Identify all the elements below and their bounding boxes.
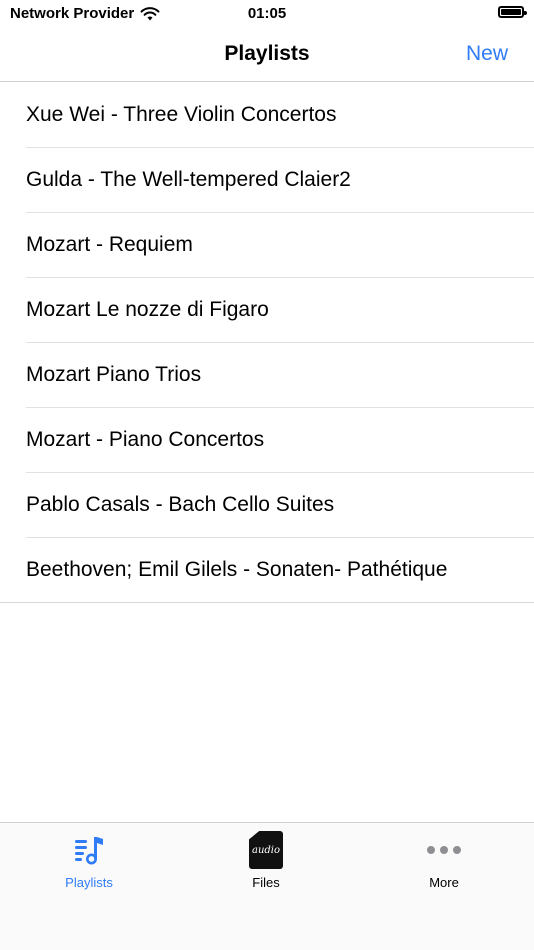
playlist-item[interactable]: Beethoven; Emil Gilels - Sonaten- Pathét…: [0, 538, 534, 603]
more-dots-icon: [427, 846, 461, 854]
playlist-item[interactable]: Mozart Piano Trios: [26, 343, 534, 408]
tab-files-label: Files: [252, 875, 280, 890]
new-playlist-button[interactable]: New: [466, 42, 508, 66]
tab-files[interactable]: audio Files: [206, 831, 326, 890]
playlist-item[interactable]: Xue Wei - Three Violin Concertos: [26, 83, 534, 148]
status-time: 01:05: [247, 5, 287, 22]
playlist-list: Xue Wei - Three Violin Concertos Gulda -…: [0, 83, 534, 603]
tab-playlists[interactable]: Playlists: [29, 831, 149, 890]
page-title: Playlists: [224, 42, 310, 65]
playlist-item[interactable]: Mozart - Requiem: [26, 213, 534, 278]
navigation-bar: Playlists New: [0, 30, 534, 82]
audio-file-icon-label: audio: [251, 844, 281, 856]
status-bar: Network Provider 01:05: [0, 0, 534, 30]
playlist-item[interactable]: Mozart - Piano Concertos: [26, 408, 534, 473]
tab-playlists-label: Playlists: [65, 875, 113, 890]
music-list-icon: [75, 837, 103, 865]
playlist-item[interactable]: Mozart Le nozze di Figaro: [26, 278, 534, 343]
playlist-item[interactable]: Gulda - The Well-tempered Claier2: [26, 148, 534, 213]
tab-more-label: More: [429, 875, 459, 890]
playlist-item[interactable]: Pablo Casals - Bach Cello Suites: [26, 473, 534, 538]
tab-more[interactable]: More: [384, 831, 504, 890]
battery-icon: [498, 6, 527, 18]
audio-file-icon: audio: [249, 831, 283, 869]
tab-bar: Playlists audio Files More: [0, 822, 534, 950]
